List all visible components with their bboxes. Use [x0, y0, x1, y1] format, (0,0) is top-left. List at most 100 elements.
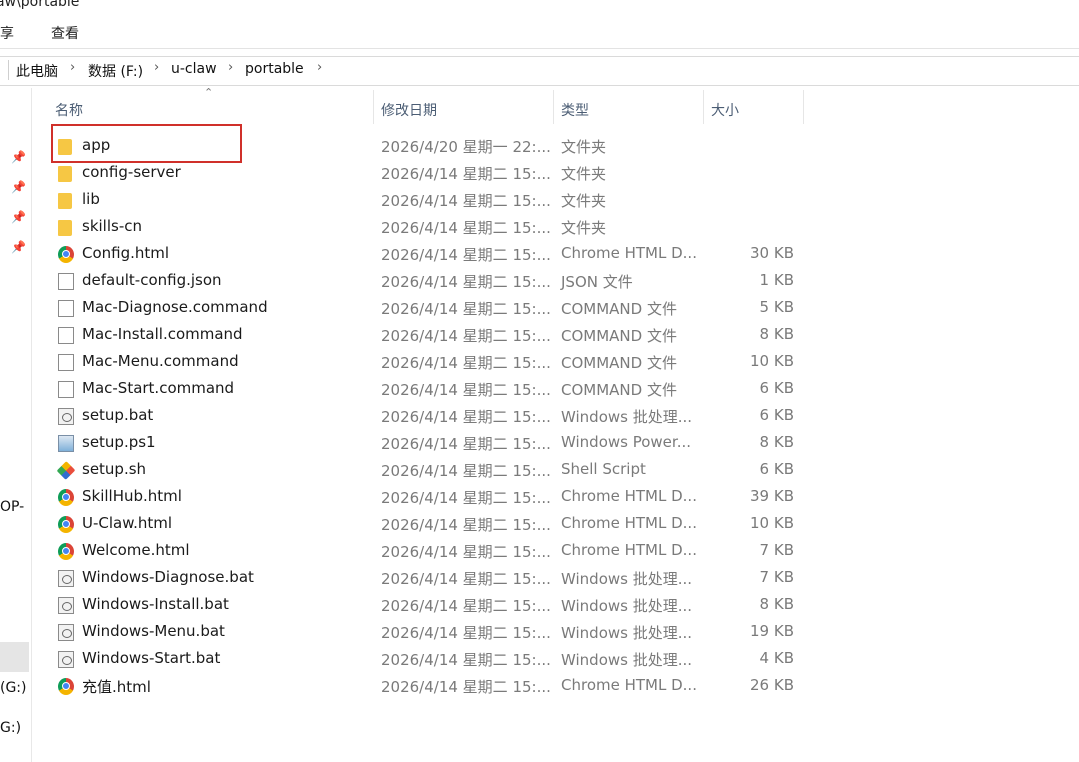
column-header-type[interactable]: 类型: [561, 100, 589, 120]
file-modified-date: 2026/4/14 星期二 15:...: [381, 246, 551, 264]
document-icon: [58, 327, 74, 344]
pin-icon[interactable]: 📌: [11, 210, 26, 224]
file-type: COMMAND 文件: [561, 300, 677, 318]
file-name: setup.sh: [82, 460, 147, 478]
file-name: Windows-Start.bat: [82, 649, 221, 667]
batch-file-icon: [58, 624, 74, 641]
document-icon: [58, 273, 74, 290]
file-row[interactable]: Windows-Install.bat 2026/4/14 星期二 15:... W…: [50, 592, 804, 619]
column-divider[interactable]: [553, 90, 554, 124]
chevron-right-icon[interactable]: ›: [317, 60, 322, 75]
folder-icon: [58, 166, 72, 182]
column-divider[interactable]: [703, 90, 704, 124]
file-row[interactable]: config-server 2026/4/14 星期二 15:... 文件夹: [50, 160, 804, 187]
file-modified-date: 2026/4/14 星期二 15:...: [381, 354, 551, 372]
file-row[interactable]: lib 2026/4/14 星期二 15:... 文件夹: [50, 187, 804, 214]
file-name: Windows-Menu.bat: [82, 622, 225, 640]
column-header-date[interactable]: 修改日期: [381, 100, 437, 120]
column-divider[interactable]: [803, 90, 804, 124]
pin-icon[interactable]: 📌: [11, 240, 26, 254]
sidebar-item-drive-g[interactable]: (G:): [0, 680, 27, 696]
file-name: Config.html: [82, 244, 170, 262]
file-row[interactable]: Mac-Menu.command 2026/4/14 星期二 15:... COMM…: [50, 349, 804, 376]
sidebar-item-selected[interactable]: [0, 642, 29, 672]
file-type: 文件夹: [561, 138, 607, 156]
file-row[interactable]: default-config.json 2026/4/14 星期二 15:... J…: [50, 268, 804, 295]
file-row[interactable]: 充值.html 2026/4/14 星期二 15:... Chrome HTML D…: [50, 673, 804, 700]
document-icon: [58, 381, 74, 398]
file-row[interactable]: Mac-Install.command 2026/4/14 星期二 15:... C…: [50, 322, 804, 349]
file-type: Chrome HTML D...: [561, 676, 697, 694]
file-row[interactable]: Windows-Start.bat 2026/4/14 星期二 15:... Win…: [50, 646, 804, 673]
file-modified-date: 2026/4/14 星期二 15:...: [381, 516, 551, 534]
file-size: 7 KB: [759, 568, 794, 586]
file-row[interactable]: setup.bat 2026/4/14 星期二 15:... Windows 批处理…: [50, 403, 804, 430]
chevron-right-icon[interactable]: ›: [228, 60, 233, 75]
breadcrumb-this-pc[interactable]: 此电脑: [16, 61, 58, 81]
sort-ascending-icon: ⌃: [204, 86, 214, 99]
pin-icon[interactable]: 📌: [11, 180, 26, 194]
file-name: Mac-Start.command: [82, 379, 235, 397]
file-modified-date: 2026/4/14 星期二 15:...: [381, 597, 551, 615]
file-row[interactable]: setup.sh 2026/4/14 星期二 15:... Shell Script…: [50, 457, 804, 484]
file-size: 4 KB: [759, 649, 794, 667]
file-name: skills-cn: [82, 217, 142, 235]
folder-icon: [58, 193, 72, 209]
chevron-right-icon[interactable]: ›: [70, 60, 75, 75]
file-name: setup.ps1: [82, 433, 156, 451]
file-name: Mac-Menu.command: [82, 352, 239, 370]
file-size: 7 KB: [759, 541, 794, 559]
chevron-right-icon[interactable]: ›: [154, 60, 159, 75]
menu-view[interactable]: 查看: [51, 23, 79, 43]
document-icon: [58, 354, 74, 371]
file-row[interactable]: skills-cn 2026/4/14 星期二 15:... 文件夹: [50, 214, 804, 241]
file-modified-date: 2026/4/14 星期二 15:...: [381, 408, 551, 426]
breadcrumb-drive-f[interactable]: 数据 (F:): [88, 61, 143, 81]
file-name: config-server: [82, 163, 181, 181]
file-row[interactable]: setup.ps1 2026/4/14 星期二 15:... Windows Pow…: [50, 430, 804, 457]
file-name: 充值.html: [82, 678, 151, 696]
column-divider[interactable]: [373, 90, 374, 124]
pin-icon[interactable]: 📌: [11, 150, 26, 164]
file-row[interactable]: Welcome.html 2026/4/14 星期二 15:... Chrome H…: [50, 538, 804, 565]
file-row[interactable]: SkillHub.html 2026/4/14 星期二 15:... Chrome …: [50, 484, 804, 511]
file-name: lib: [82, 190, 100, 208]
sidebar-item-truncated[interactable]: OP-: [0, 499, 24, 515]
file-modified-date: 2026/4/14 星期二 15:...: [381, 327, 551, 345]
menu-share[interactable]: 享: [0, 23, 14, 43]
file-type: Shell Script: [561, 460, 646, 478]
ribbon-divider: [0, 48, 1079, 49]
file-size: 6 KB: [759, 379, 794, 397]
sidebar-divider: [31, 88, 32, 762]
file-type: 文件夹: [561, 219, 607, 237]
file-type: COMMAND 文件: [561, 354, 677, 372]
file-row[interactable]: Mac-Start.command 2026/4/14 星期二 15:... COM…: [50, 376, 804, 403]
file-row[interactable]: Windows-Diagnose.bat 2026/4/14 星期二 15:...…: [50, 565, 804, 592]
file-size: 1 KB: [759, 271, 794, 289]
file-modified-date: 2026/4/14 星期二 15:...: [381, 219, 551, 237]
file-type: Windows 批处理...: [561, 651, 693, 669]
breadcrumb-portable[interactable]: portable: [245, 61, 304, 77]
file-size: 10 KB: [750, 514, 794, 532]
file-row[interactable]: Config.html 2026/4/14 星期二 15:... Chrome HT…: [50, 241, 804, 268]
chrome-html-icon: [58, 543, 74, 560]
highlight-annotation-box: [51, 124, 242, 163]
file-type: Windows 批处理...: [561, 624, 693, 642]
column-header-size[interactable]: 大小: [711, 100, 739, 120]
file-modified-date: 2026/4/14 星期二 15:...: [381, 165, 551, 183]
breadcrumb-u-claw[interactable]: u-claw: [171, 61, 217, 77]
sidebar-item-drive-g-2[interactable]: G:): [0, 720, 21, 736]
file-modified-date: 2026/4/14 星期二 15:...: [381, 435, 551, 453]
file-type: 文件夹: [561, 165, 607, 183]
address-bar[interactable]: [0, 56, 1079, 86]
folder-icon: [58, 220, 72, 236]
file-row[interactable]: U-Claw.html 2026/4/14 星期二 15:... Chrome HT…: [50, 511, 804, 538]
file-row[interactable]: Mac-Diagnose.command 2026/4/14 星期二 15:...…: [50, 295, 804, 322]
file-size: 8 KB: [759, 433, 794, 451]
file-modified-date: 2026/4/14 星期二 15:...: [381, 678, 551, 696]
git-shell-icon: [56, 461, 76, 480]
file-size: 6 KB: [759, 406, 794, 424]
column-header-name[interactable]: 名称: [55, 100, 83, 120]
file-row[interactable]: Windows-Menu.bat 2026/4/14 星期二 15:... Wind…: [50, 619, 804, 646]
chrome-html-icon: [58, 678, 74, 695]
